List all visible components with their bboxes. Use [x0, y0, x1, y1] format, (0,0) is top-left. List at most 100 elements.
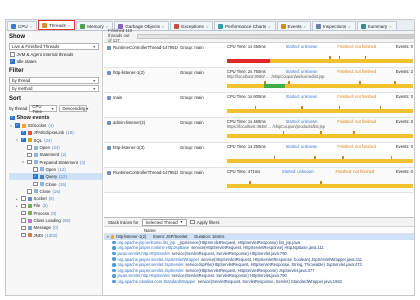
event-marker[interactable]: [314, 156, 316, 159]
close-icon[interactable]: ×: [30, 24, 32, 29]
event-tree-item[interactable]: Close (16): [9, 188, 102, 195]
tab-performance-charts[interactable]: Performance Charts ×: [214, 21, 276, 30]
event-tree-item[interactable]: ▸ Socket (6): [9, 195, 102, 202]
checkbox-icon[interactable]: [33, 167, 38, 172]
thread-timeline[interactable]: CPU Time: 2s 750ms Started: unknown Finish…: [224, 68, 414, 92]
thread-state-bar[interactable]: [227, 181, 413, 188]
tab-exceptions[interactable]: Exceptions ×: [170, 21, 214, 30]
event-marker[interactable]: [329, 56, 331, 59]
tab-cpu[interactable]: CPU ×: [7, 21, 38, 30]
checkbox-icon[interactable]: [27, 152, 32, 158]
event-tree-item[interactable]: ✓ Query (12): [9, 173, 102, 181]
tab-inspections[interactable]: Inspections ×: [311, 21, 356, 30]
thread-row[interactable]: http-listener-1(3) Group: main CPU Time: 1…: [104, 143, 414, 168]
tab-summary[interactable]: Summary ×: [356, 21, 397, 30]
event-tree-item[interactable]: ▸ File (2): [9, 202, 102, 209]
checkbox-icon[interactable]: [27, 159, 32, 165]
event-marker[interactable]: [288, 81, 290, 84]
selected-thread-select[interactable]: Selected Thread ▼: [141, 218, 188, 226]
event-tree-item[interactable]: Close (16): [9, 180, 102, 187]
thread-state-bar[interactable]: [227, 81, 413, 88]
thread-row[interactable]: main Group: main CPU Time: 1s 600ms Started…: [104, 93, 414, 118]
checkbox-icon[interactable]: [21, 203, 26, 209]
thread-state-bar[interactable]: [227, 156, 413, 163]
event-tree-item[interactable]: Open (24): [9, 144, 102, 151]
event-marker[interactable]: [353, 131, 355, 134]
expand-arrow-icon[interactable]: ▾: [15, 138, 19, 142]
close-icon[interactable]: ×: [68, 23, 70, 28]
event-marker[interactable]: [320, 181, 322, 184]
filter-by-method-input[interactable]: by method ▼: [9, 85, 99, 92]
checkbox-icon[interactable]: [21, 218, 26, 223]
apply-filters-checkbox[interactable]: Apply filters: [190, 220, 219, 225]
thread-state-bar[interactable]: [227, 106, 413, 113]
sort-field-select[interactable]: CPU Time ▼: [29, 104, 58, 114]
thread-row[interactable]: http-listener-1(2) Group: main CPU Time: 2…: [104, 68, 414, 93]
checkbox-icon[interactable]: [21, 210, 26, 216]
event-marker[interactable]: [338, 56, 341, 59]
thread-state-bar[interactable]: [227, 131, 413, 138]
thread-timeline[interactable]: CPU Time: 1s 460ms Started: unknown Finish…: [224, 118, 414, 142]
thread-timeline[interactable]: CPU Time: 1s 250ms Started: unknown Finish…: [224, 143, 414, 167]
checkbox-checked-icon[interactable]: ✓: [15, 123, 20, 128]
idle-states-checkbox[interactable]: ✓ Idle states: [6, 58, 102, 65]
checkbox-checked-icon[interactable]: ✓: [21, 138, 26, 143]
stack-column-header[interactable]: Name: [104, 227, 414, 234]
thread-row[interactable]: RuntimeControllerThread-1479516370087Gro…: [104, 168, 414, 193]
thread-timeline[interactable]: CPU Time: 1s 450ms Started: unknown Finish…: [224, 43, 414, 67]
event-marker[interactable]: [273, 156, 275, 159]
checkbox-checked-icon[interactable]: ✓: [33, 174, 38, 179]
event-marker[interactable]: [379, 106, 382, 109]
jvm-internal-threads-checkbox[interactable]: JVM & Agent internal threads: [6, 51, 102, 58]
event-tree-item[interactable]: Class Loading (92): [9, 217, 102, 224]
close-icon[interactable]: ×: [162, 24, 164, 29]
event-tree-item[interactable]: ▾ ✓ SQL (24): [9, 137, 102, 144]
close-icon[interactable]: ×: [206, 24, 208, 29]
event-tree-item[interactable]: ✓ JPA/EclipseLink (18): [9, 129, 102, 136]
event-marker[interactable]: [364, 56, 367, 59]
close-icon[interactable]: ×: [348, 24, 350, 29]
close-icon[interactable]: ×: [304, 24, 306, 29]
event-marker[interactable]: [282, 131, 285, 134]
stack-frame-row[interactable]: org.apache.catalina.core.StandardWrapper…: [104, 279, 414, 285]
event-marker[interactable]: [342, 156, 344, 159]
sort-direction-select[interactable]: Descending ▼: [59, 105, 89, 112]
filter-by-thread-input[interactable]: by thread ▼: [9, 77, 99, 84]
event-marker[interactable]: [390, 156, 393, 159]
checkbox-icon[interactable]: [21, 225, 26, 231]
timeline-scale[interactable]: [137, 34, 414, 39]
show-threads-select[interactable]: Live & Finished Threads ▼: [9, 43, 99, 50]
expand-arrow-icon[interactable]: ▾: [21, 160, 25, 164]
event-marker[interactable]: [301, 106, 303, 109]
event-marker[interactable]: [320, 131, 322, 134]
event-marker[interactable]: [264, 81, 266, 84]
event-tree-item[interactable]: ▾ Prepared Statement (3): [9, 158, 102, 165]
event-tree-item[interactable]: Message (0): [9, 224, 102, 231]
collapse-arrow-icon[interactable]: ▸: [15, 197, 19, 201]
event-tree-item[interactable]: Open (12): [9, 166, 102, 173]
event-tree-item[interactable]: Statement (2): [9, 151, 102, 158]
tab-threads[interactable]: Threads ×: [38, 20, 76, 30]
event-tree-item[interactable]: ▾ ✓ IO/Socket (4): [9, 122, 102, 129]
checkbox-icon[interactable]: [21, 232, 26, 238]
event-marker[interactable]: [254, 106, 257, 109]
expand-arrow-icon[interactable]: ▾: [9, 124, 13, 128]
show-events-checkbox[interactable]: ✓ Show events: [6, 114, 102, 122]
close-icon[interactable]: ×: [268, 24, 270, 29]
checkbox-icon[interactable]: [27, 145, 32, 150]
thread-state-bar[interactable]: [227, 56, 413, 63]
checkbox-icon[interactable]: [33, 181, 38, 187]
event-tree-item[interactable]: Process (0): [9, 210, 102, 217]
event-marker[interactable]: [249, 181, 251, 184]
checkbox-icon[interactable]: [27, 189, 32, 194]
tab-events[interactable]: Events ×: [276, 21, 311, 30]
thread-row[interactable]: RuntimeControllerThread-1479516373087Gro…: [104, 43, 414, 68]
checkbox-checked-icon[interactable]: ✓: [21, 131, 26, 136]
thread-row[interactable]: admin-listener(2) Group: main CPU Time: 1s…: [104, 118, 414, 143]
event-marker[interactable]: [359, 81, 361, 84]
checkbox-icon[interactable]: [21, 196, 26, 201]
event-marker[interactable]: [394, 81, 396, 84]
close-icon[interactable]: ×: [389, 24, 391, 29]
thread-timeline[interactable]: CPU Time: 471ms Started: unknown Finished:…: [224, 168, 414, 192]
collapse-arrow-icon[interactable]: ▸: [15, 204, 19, 208]
